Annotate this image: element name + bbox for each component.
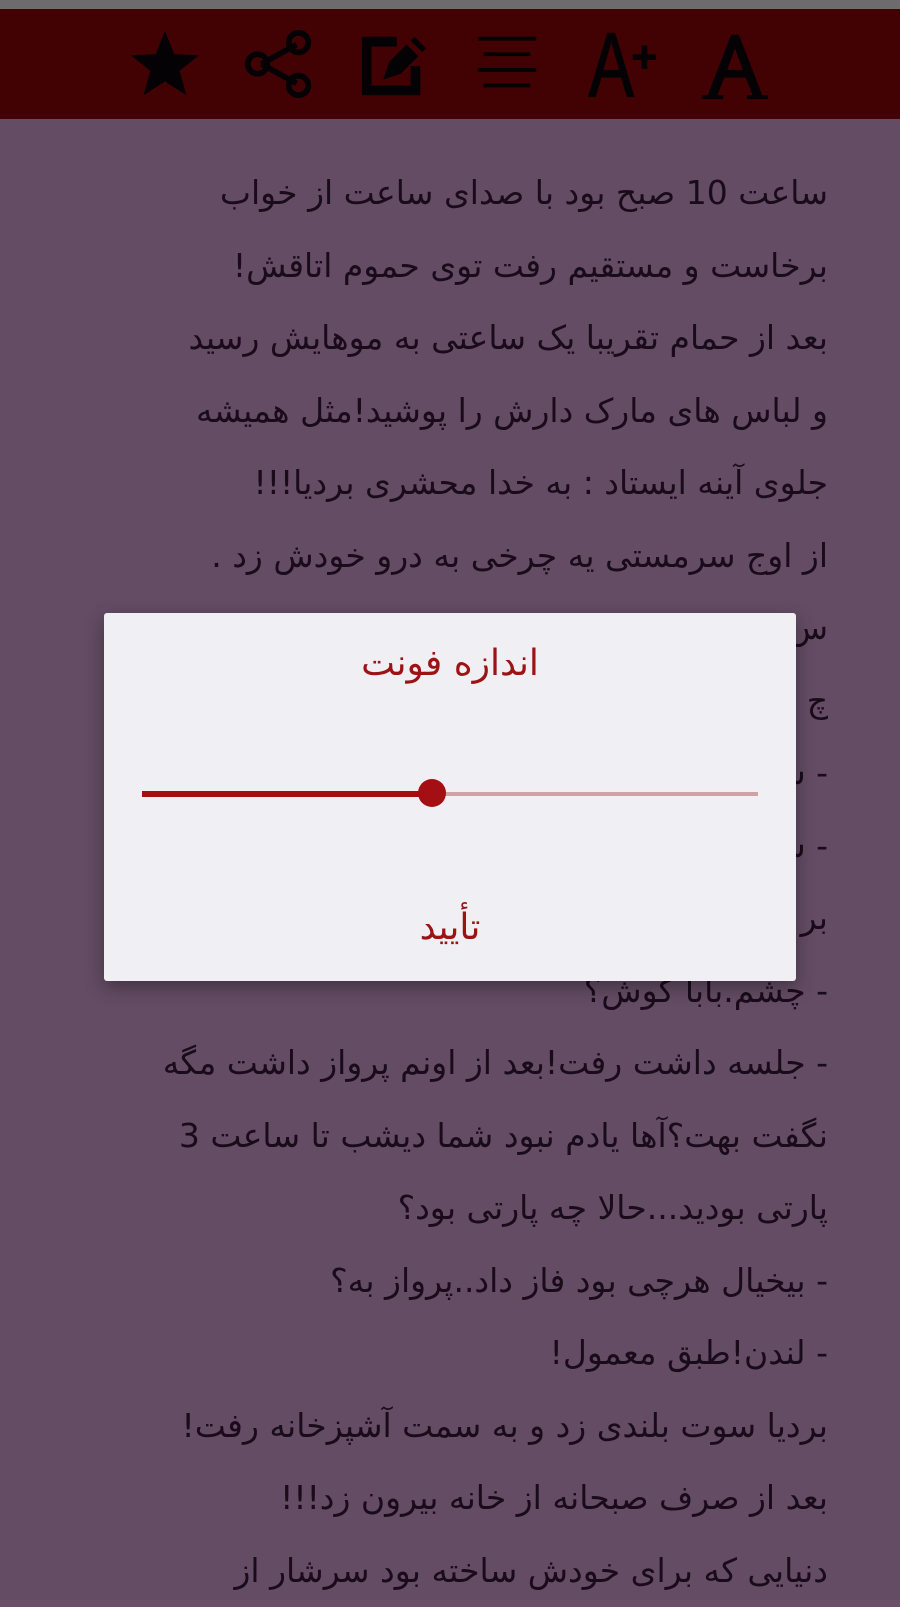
confirm-button[interactable]: تأیید: [350, 895, 550, 959]
font-size-slider[interactable]: [142, 779, 758, 809]
slider-fill: [142, 791, 432, 797]
slider-thumb[interactable]: [418, 779, 446, 807]
font-size-dialog: اندازه فونت تأیید: [104, 613, 796, 981]
dialog-title: اندازه فونت: [104, 643, 796, 684]
